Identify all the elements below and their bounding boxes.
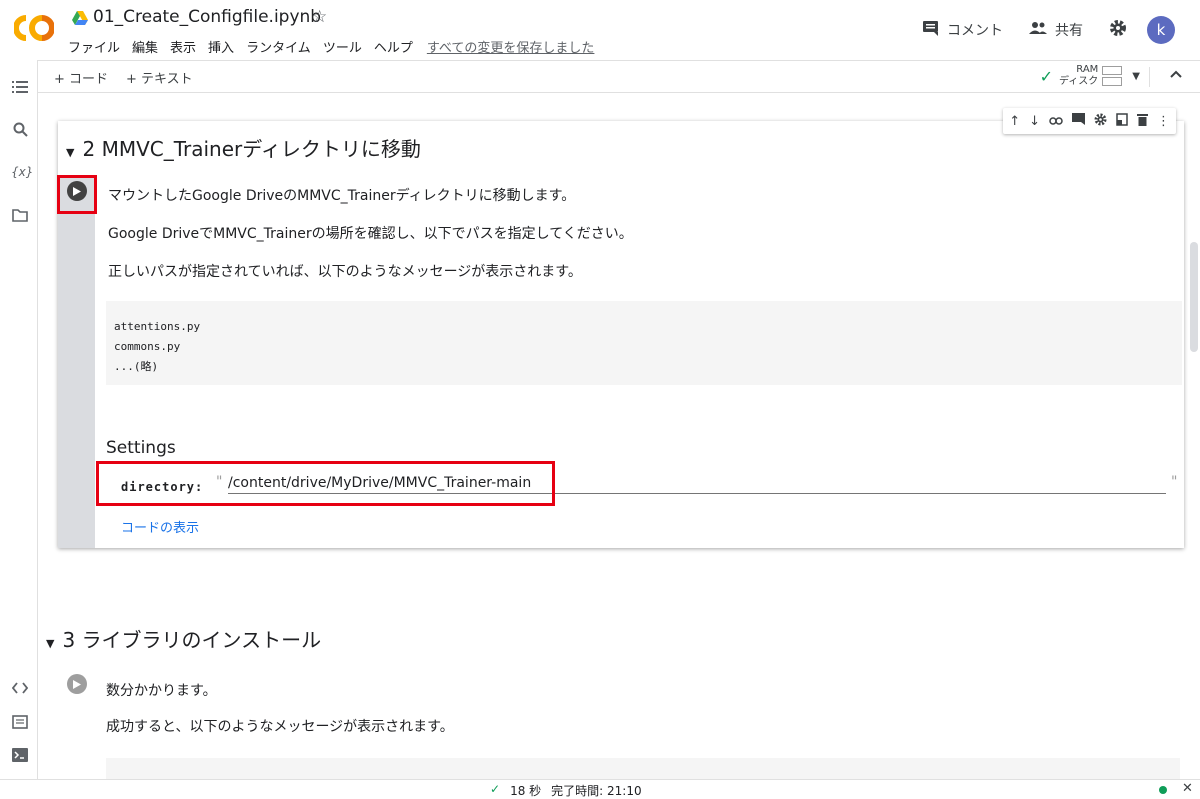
gear-icon[interactable] [1094, 113, 1107, 130]
comment-label: コメント [947, 23, 1003, 39]
ram-bar [1102, 66, 1123, 75]
terminal-icon[interactable] [11, 748, 29, 766]
menu-file[interactable]: ファイル [68, 37, 120, 56]
people-icon [1029, 21, 1047, 39]
folder-icon[interactable] [11, 209, 29, 227]
connection-status-icon [1159, 786, 1167, 794]
notebook-cell[interactable]: ↑ ↓ ⋮ ▼ 2 MMVC_Trainerディレクトリに移動 マウントしたGo… [57, 108, 1184, 548]
variables-icon[interactable]: {x} [11, 165, 33, 183]
share-button[interactable]: 共有 [1029, 20, 1083, 40]
code-block: attentions.py commons.py ...(略) [106, 301, 1182, 385]
cell-toolbar: ↑ ↓ ⋮ [1003, 108, 1176, 134]
show-code-link[interactable]: コードの表示 [121, 517, 199, 536]
menu-tools[interactable]: ツール [323, 37, 362, 56]
code-block [106, 758, 1180, 779]
delete-icon[interactable] [1137, 113, 1148, 130]
scroll-thumb[interactable] [1190, 242, 1198, 352]
arrow-down-icon[interactable]: ↓ [1029, 114, 1040, 129]
close-icon[interactable]: ✕ [1182, 781, 1193, 796]
run-cell-button[interactable] [67, 674, 87, 694]
section-heading: ▼ 2 MMVC_Trainerディレクトリに移動 [66, 133, 421, 162]
menu-runtime[interactable]: ランタイム [246, 37, 311, 56]
paragraph: 成功すると、以下のようなメッセージが表示されます。 [106, 719, 454, 735]
header: 01_Create_Configfile.ipynb ☆ ファイル 編集 表示 … [0, 0, 1200, 60]
drive-icon[interactable] [72, 10, 88, 25]
more-vert-icon[interactable]: ⋮ [1157, 114, 1170, 129]
caret-down-icon[interactable]: ▼ [46, 637, 54, 650]
notebook-title[interactable]: 01_Create_Configfile.ipynb [93, 7, 321, 27]
code-line: attentions.py [114, 320, 201, 333]
arrow-up-icon[interactable]: ↑ [1009, 114, 1020, 129]
heading-text: ライブラリのインストール [81, 628, 322, 652]
menu-edit[interactable]: 編集 [132, 37, 158, 56]
close-quote: " [1171, 474, 1178, 490]
avatar[interactable]: k [1147, 16, 1175, 44]
ram-label: RAM [1076, 64, 1099, 75]
share-label: 共有 [1055, 23, 1083, 39]
colab-logo[interactable] [13, 14, 55, 42]
menu-insert[interactable]: 挿入 [208, 37, 234, 56]
mirror-cell-icon[interactable] [1116, 112, 1128, 130]
table-of-contents-icon[interactable] [11, 80, 29, 98]
heading-number: 3 [62, 628, 76, 652]
directory-highlight [96, 461, 555, 506]
play-icon [73, 679, 81, 689]
search-icon[interactable] [11, 122, 29, 140]
menu-view[interactable]: 表示 [170, 37, 196, 56]
check-icon: ✓ [490, 782, 501, 796]
check-icon: ✓ [1039, 66, 1053, 86]
paragraph: 数分かかります。 [106, 683, 217, 699]
notebook-toolbar: + コード + テキスト ✓ RAM ディスク ▼ [38, 60, 1200, 93]
command-palette-icon[interactable] [11, 715, 29, 733]
completion-time: 完了時間: 21:10 [551, 784, 642, 798]
notebook-main: ↑ ↓ ⋮ ▼ 2 MMVC_Trainerディレクトリに移動 マウントしたGo… [38, 94, 1188, 779]
chevron-up-icon[interactable] [1170, 66, 1182, 82]
heading-text: MMVC_Trainerディレクトリに移動 [101, 137, 421, 161]
paragraph: Google DriveでMMVC_Trainerの場所を確認し、以下でパスを指… [108, 226, 633, 242]
run-button-highlight [57, 175, 97, 214]
disk-bar [1102, 77, 1123, 86]
comment-icon[interactable] [1072, 113, 1085, 129]
add-code-button[interactable]: + コード [54, 68, 108, 87]
code-line: ...(略) [114, 360, 159, 373]
left-sidebar: {x} [0, 60, 38, 779]
chevron-down-icon[interactable]: ▼ [1132, 71, 1140, 82]
status-bar: ✓ 18 秒 完了時間: 21:10 ✕ [0, 779, 1200, 799]
settings-title: Settings [106, 438, 176, 458]
cell-gutter [58, 175, 95, 548]
resource-indicator[interactable]: ✓ RAM ディスク ▼ [1040, 64, 1140, 88]
link-icon[interactable] [1049, 114, 1063, 129]
paragraph: 正しいパスが指定されていれば、以下のようなメッセージが表示されます。 [108, 264, 582, 280]
section-heading: ▼ 3 ライブラリのインストール [46, 624, 321, 653]
scrollbar[interactable] [1188, 94, 1200, 779]
paragraph: マウントしたGoogle DriveのMMVC_Trainerディレクトリに移動… [108, 188, 576, 204]
settings-gear-icon[interactable] [1109, 19, 1127, 41]
add-text-button[interactable]: + テキスト [126, 68, 193, 87]
resource-bars [1102, 66, 1123, 86]
comment-icon [922, 20, 939, 40]
comment-button[interactable]: コメント [922, 20, 1003, 40]
resource-labels: RAM ディスク [1059, 64, 1098, 88]
disk-label: ディスク [1058, 76, 1099, 87]
code-snippets-icon[interactable] [11, 682, 29, 700]
save-status-link[interactable]: すべての変更を保存しました [427, 37, 595, 56]
execution-status[interactable]: ✓ 18 秒 完了時間: 21:10 [490, 782, 642, 799]
menu-help[interactable]: ヘルプ [374, 37, 413, 56]
header-actions: コメント 共有 k [922, 16, 1200, 44]
toolbar-divider [1149, 67, 1150, 87]
heading-number: 2 [82, 137, 96, 161]
menu-bar: ファイル 編集 表示 挿入 ランタイム ツール ヘルプ すべての変更を保存しまし… [68, 37, 606, 56]
execution-duration: 18 秒 [510, 784, 542, 798]
star-icon[interactable]: ☆ [312, 7, 327, 27]
caret-down-icon[interactable]: ▼ [66, 146, 74, 159]
code-line: commons.py [114, 340, 181, 353]
